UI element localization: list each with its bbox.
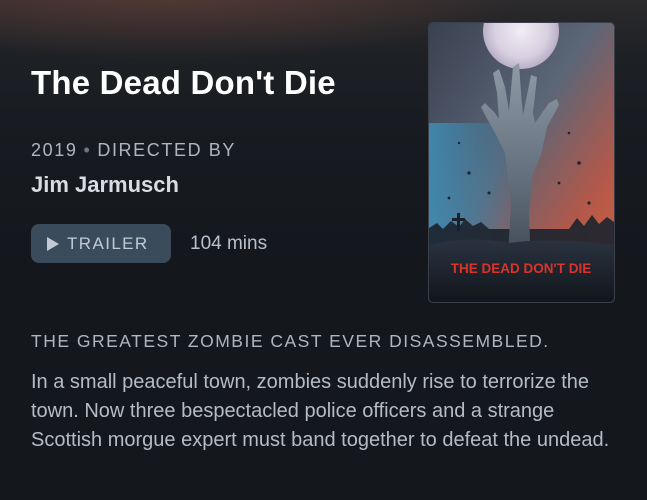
movie-meta: 2019 • DIRECTED BY (31, 140, 236, 161)
play-icon (47, 236, 59, 251)
trailer-button[interactable]: TRAILER (31, 224, 171, 263)
trailer-label: TRAILER (67, 233, 149, 253)
directed-by-label: DIRECTED BY (97, 140, 236, 160)
release-year: 2019 (31, 140, 78, 160)
runtime: 104 mins (190, 233, 268, 254)
separator-dot: • (83, 140, 92, 160)
synopsis: In a small peaceful town, zombies sudden… (31, 371, 610, 451)
movie-title: The Dead Don't Die (31, 64, 336, 101)
movie-poster[interactable]: THE DEAD DON'T DIE (428, 22, 615, 303)
tagline: THE GREATEST ZOMBIE CAST EVER DISASSEMBL… (31, 331, 550, 351)
director-name[interactable]: Jim Jarmusch (31, 172, 179, 198)
poster-title-text: THE DEAD DON'T DIE (451, 261, 591, 276)
